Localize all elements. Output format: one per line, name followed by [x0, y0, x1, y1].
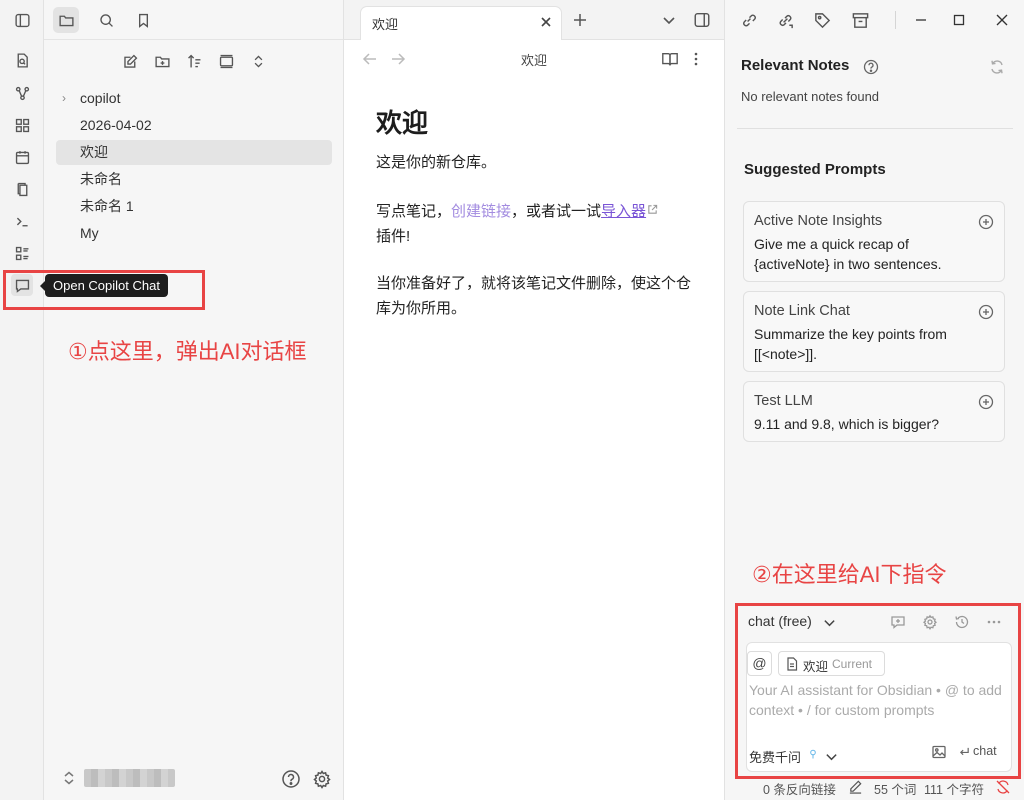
new-folder-icon[interactable] [149, 48, 175, 74]
section-divider [737, 128, 1013, 129]
prompt-text: 9.11 and 9.8, which is bigger? [754, 416, 939, 432]
vault-switcher-chevrons-icon[interactable] [62, 770, 76, 786]
note-content[interactable]: 欢迎 这是你的新仓库。 写点笔记，创建链接，或者试一试导入器插件! 当你准备好了… [376, 108, 696, 321]
expand-collapse-all-icon[interactable] [245, 48, 271, 74]
window-maximize-icon[interactable] [952, 13, 966, 27]
file-item-label: 未命名 [80, 171, 122, 187]
file-item-label: My [80, 225, 99, 241]
terminal-icon[interactable] [11, 210, 33, 232]
file-explorer-actions [44, 50, 344, 72]
prompt-card-test-llm[interactable]: Test LLM 9.11 and 9.8, which is bigger? [743, 381, 1005, 442]
templates-icon[interactable] [11, 178, 33, 200]
more-options-vertical-icon[interactable] [692, 51, 700, 67]
close-tab-icon[interactable] [539, 15, 553, 29]
file-item-label: 欢迎 [80, 144, 108, 160]
prompt-card-note-link-chat[interactable]: Note Link Chat Summarize the key points … [743, 291, 1005, 372]
bookmarks-tab-icon[interactable] [130, 7, 156, 33]
prompt-text: Summarize the key points from [[<note>]]… [754, 326, 947, 362]
note-text: 写点笔记， [376, 203, 452, 220]
annotation-text-1: ①点这里，弹出AI对话框 [68, 339, 307, 364]
external-link-importer[interactable]: 导入器 [601, 203, 646, 220]
prompt-title: Note Link Chat [754, 303, 850, 319]
add-prompt-plus-circle-icon[interactable] [978, 304, 994, 320]
note-title: 欢迎 [376, 108, 429, 138]
navigate-back-arrow-icon[interactable] [362, 52, 378, 66]
new-note-icon[interactable] [117, 48, 143, 74]
navigate-forward-arrow-icon[interactable] [390, 52, 406, 66]
tags-icon[interactable] [813, 11, 832, 30]
tab-title: 欢迎 [372, 17, 399, 32]
prompt-card-active-note-insights[interactable]: Active Note Insights Give me a quick rec… [743, 201, 1005, 282]
file-explorer-tab-icon[interactable] [53, 7, 79, 33]
ribbon [0, 0, 44, 800]
prompt-title: Active Note Insights [754, 213, 883, 229]
view-header: 欢迎 [344, 40, 724, 78]
suggested-prompts-title: Suggested Prompts [744, 161, 886, 178]
tab-list-chevron-down-icon[interactable] [662, 13, 676, 27]
window-close-icon[interactable] [995, 13, 1009, 27]
folder-copilot[interactable]: › copilot [56, 86, 332, 111]
tab-bar: 欢迎 [344, 0, 724, 40]
backlinks-count[interactable]: 0 条反向链接 [763, 779, 836, 798]
character-count: 111 个字符 [924, 783, 984, 797]
edit-pencil-icon[interactable] [848, 779, 863, 794]
file-item-label: 2026-04-02 [80, 117, 152, 133]
file-untitled[interactable]: 未命名 [56, 167, 332, 192]
chevron-right-icon: › [62, 91, 66, 105]
annotation-highlight-box-1 [3, 270, 205, 310]
link-search-icon[interactable] [740, 11, 759, 30]
toggle-left-sidebar-icon[interactable] [11, 9, 33, 31]
prompt-text: Give me a quick recap of {activeNote} in… [754, 236, 942, 272]
note-paragraph-2: 写点笔记，创建链接，或者试一试导入器插件! [376, 199, 696, 249]
word-count: 55 个词 [874, 783, 917, 797]
add-prompt-plus-circle-icon[interactable] [978, 214, 994, 230]
auto-reveal-file-icon[interactable] [213, 48, 239, 74]
archive-box-icon[interactable] [851, 11, 870, 30]
tab-welcome[interactable]: 欢迎 [360, 6, 562, 40]
add-prompt-plus-circle-icon[interactable] [978, 394, 994, 410]
external-link-icon [647, 204, 658, 215]
new-tab-plus-icon[interactable] [572, 12, 588, 28]
title-bar-divider [895, 11, 896, 29]
note-paragraph-3: 当你准备好了，就将该笔记文件删除，使这个仓库为你所用。 [376, 275, 692, 317]
file-untitled-1[interactable]: 未命名 1 [56, 194, 332, 219]
file-welcome[interactable]: 欢迎 [56, 140, 332, 165]
editor-pane: 欢迎 欢迎 欢迎 这是你的新仓库。 写点笔记，创建链接，或者试一试导入器 插件!… [344, 0, 724, 800]
sync-status-icon[interactable] [995, 779, 1011, 795]
quick-switcher-icon[interactable] [11, 49, 33, 71]
file-my[interactable]: My [56, 221, 332, 246]
toggle-right-sidebar-icon[interactable] [693, 11, 711, 29]
note-text: ，或者试一试 [511, 203, 602, 220]
daily-note-calendar-icon[interactable] [11, 146, 33, 168]
vault-name-blurred[interactable] [84, 769, 175, 787]
prompt-title: Test LLM [754, 393, 813, 409]
sort-order-icon[interactable] [181, 48, 207, 74]
list-blocks-icon[interactable] [11, 242, 33, 264]
internal-link-create-link[interactable]: 创建链接 [451, 203, 511, 220]
relevant-notes-title: Relevant Notes [741, 57, 850, 74]
annotation-text-2: ②在这里给AI下指令 [752, 562, 947, 587]
refresh-icon[interactable] [989, 59, 1005, 75]
file-explorer-sidebar: › copilot 2026-04-02 欢迎 未命名 未命名 1 My [44, 0, 344, 800]
search-tab-icon[interactable] [93, 7, 119, 33]
relevant-notes-empty-text: No relevant notes found [741, 89, 880, 104]
note-text: 插件! [376, 228, 411, 245]
settings-gear-icon[interactable] [312, 769, 332, 789]
note-paragraph-1: 这是你的新仓库。 [376, 154, 497, 171]
canvas-icon[interactable] [11, 114, 33, 136]
graph-view-icon[interactable] [11, 82, 33, 104]
window-minimize-icon[interactable] [914, 13, 928, 27]
help-circle-icon[interactable] [863, 59, 879, 75]
help-icon[interactable] [281, 769, 301, 789]
reading-view-book-icon[interactable] [661, 51, 679, 67]
sidebar-tab-header [44, 0, 343, 40]
file-item-label: copilot [80, 90, 121, 106]
file-2026-04-02[interactable]: 2026-04-02 [56, 113, 332, 138]
window-title-bar [725, 0, 1024, 40]
file-item-label: 未命名 1 [80, 198, 134, 214]
view-header-title[interactable]: 欢迎 [521, 50, 547, 69]
outgoing-links-icon[interactable] [776, 11, 795, 30]
annotation-highlight-box-2 [735, 603, 1021, 779]
